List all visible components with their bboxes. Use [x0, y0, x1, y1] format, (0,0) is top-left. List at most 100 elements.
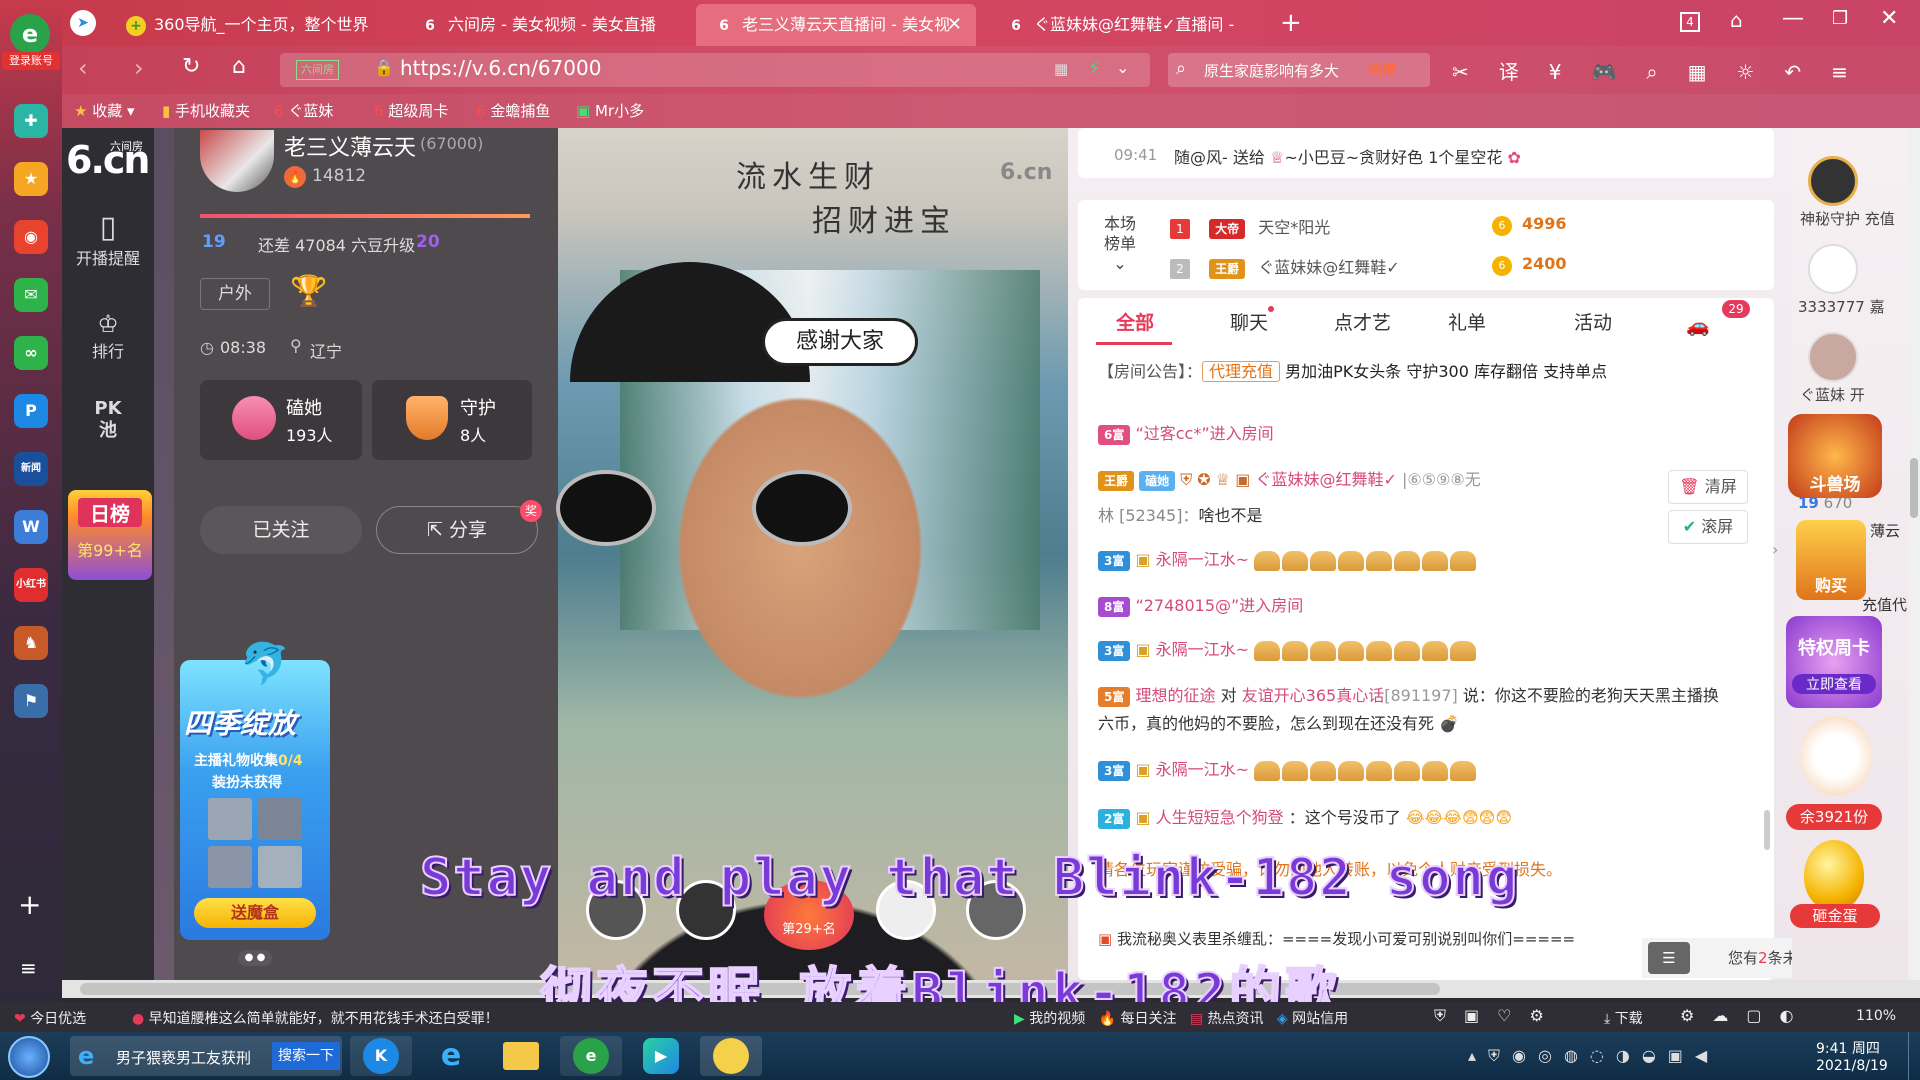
taskbar-ie[interactable]: e	[420, 1036, 482, 1076]
rank-row[interactable]: 1 大帝 天空*阳光 6 4996	[1170, 214, 1730, 242]
share-button[interactable]: ⇱ 分享	[376, 506, 538, 554]
tab-chat[interactable]: 聊天	[1230, 308, 1268, 335]
collapse-arrow-icon[interactable]: ›	[1772, 540, 1778, 559]
weibo-icon[interactable]: ◉	[14, 220, 48, 254]
carousel-dots[interactable]: ● ●	[238, 950, 272, 966]
start-button[interactable]	[8, 1036, 50, 1078]
follow-button[interactable]: 已关注	[200, 506, 362, 554]
promo-weekcard[interactable]: 特权周卡 立即查看	[1786, 616, 1882, 708]
url-text[interactable]: https://v.6.cn/67000	[400, 56, 601, 80]
rank-row[interactable]: 2 王爵 ぐ蓝妹妹@红舞鞋✓ 6 2400	[1170, 254, 1730, 282]
guard-avatar-2[interactable]	[1808, 244, 1858, 294]
clock-time[interactable]: 9:41 周四	[1816, 1038, 1880, 1058]
tray-icons[interactable]: ▴⛨◉◎◍◌◑◒▣◀	[1468, 1046, 1719, 1066]
taskbar-360[interactable]: e	[560, 1036, 622, 1076]
status-news[interactable]: ● 早知道腰椎这么简单就能好，就不用花钱手术还白受罪！	[132, 1008, 499, 1028]
bookmark-favorites[interactable]: ★ 收藏 ▾	[74, 94, 135, 128]
forward-icon[interactable]: ›	[134, 54, 144, 82]
bookmark-4[interactable]: ▣ Mr小多	[576, 94, 644, 128]
close-tab-icon[interactable]: ✕	[947, 4, 962, 46]
category-tag[interactable]: 户外	[200, 278, 270, 310]
unread-bar[interactable]: ☰ 您有2条未读消息	[1642, 938, 1843, 978]
tab-active-room[interactable]: 6 老三义薄云天直播间 - 美女视 ✕	[696, 4, 976, 46]
tab-activity[interactable]: 活动	[1574, 308, 1612, 335]
taskbar-app[interactable]	[700, 1036, 762, 1076]
nav-pk[interactable]: PK池	[62, 398, 154, 442]
refresh-icon[interactable]: ↻	[182, 54, 200, 79]
car-icon[interactable]: 🚗	[1686, 314, 1710, 337]
dropdown-icon[interactable]: ⌄	[1116, 58, 1129, 77]
golden-egg-icon[interactable]	[1804, 840, 1864, 910]
clear-button[interactable]: 🗑 清屏	[1668, 470, 1748, 504]
nav-rank[interactable]: ♔ 排行	[62, 310, 154, 362]
restore-icon[interactable]: ❐	[1832, 8, 1848, 29]
search-text[interactable]: 原生家庭影响有多大	[1204, 60, 1339, 81]
bookmark-mobile[interactable]: ▮ 手机收藏夹	[162, 94, 250, 128]
show-desktop[interactable]	[1908, 1032, 1920, 1080]
chat-scrollbar[interactable]	[1764, 810, 1770, 850]
close-window-icon[interactable]: ✕	[1880, 6, 1898, 31]
taskbar-explorer[interactable]	[490, 1036, 552, 1076]
status-tools[interactable]: ⛨▣♡⚙	[1434, 1006, 1562, 1026]
bookmark-3[interactable]: 6 金蟾捕鱼	[476, 94, 550, 128]
promo-arena[interactable]: 斗兽场	[1788, 414, 1882, 498]
guard-avatar-1[interactable]	[1808, 156, 1858, 206]
promo-card[interactable]: 🐬 四季绽放 主播礼物收集0/4 装扮未获得 送魔盒	[180, 641, 330, 940]
zoom-level[interactable]: 110%	[1856, 1008, 1896, 1024]
back-icon[interactable]: ‹	[78, 54, 88, 82]
toolbar-icons[interactable]: ✂译¥🎮⌕▦☼↶≡	[1452, 56, 1878, 85]
mail-icon[interactable]: ✉	[14, 278, 48, 312]
scroll-button[interactable]: ✔ 滚屏	[1668, 510, 1748, 544]
lucky-cat-icon[interactable]	[1800, 716, 1872, 796]
tab-count[interactable]: 4	[1680, 12, 1700, 32]
status-download[interactable]: ⤓ 下载	[1604, 1008, 1643, 1028]
clock-date[interactable]: 2021/8/19	[1816, 1058, 1888, 1074]
taskbar-task-ie[interactable]: e 男子猥亵男工友获刑 搜索一下	[70, 1036, 342, 1076]
tab-talent[interactable]: 点才艺	[1334, 308, 1391, 335]
promo-buy[interactable]: 购买	[1796, 520, 1866, 600]
link-icon[interactable]: ∞	[14, 336, 48, 370]
tab-360[interactable]: +360导航_一个主页，整个世界	[108, 4, 398, 46]
tab-6cn[interactable]: 6 六间房 - 美女视频 - 美女直播	[402, 4, 692, 46]
daily-rank-badge[interactable]: 日榜 第99+名	[68, 490, 152, 580]
site-logo[interactable]: 6.cn 六间房	[62, 132, 154, 188]
game-app-icon[interactable]: ♞	[14, 626, 48, 660]
guard-card[interactable]: 守护 8人	[372, 380, 532, 460]
bolt-icon[interactable]: ⚡	[1088, 58, 1101, 79]
taskbar-player[interactable]: ▶	[630, 1036, 692, 1076]
nav-reminder[interactable]: ▯ 开播提醒	[62, 210, 154, 269]
guard-avatar-3[interactable]	[1808, 332, 1858, 382]
bookmark-2[interactable]: 6 超级周卡	[374, 94, 448, 128]
browser-logo-icon[interactable]: e	[10, 14, 50, 54]
tab-blue-room[interactable]: 6 ぐ蓝妹妹@红舞鞋✓直播间 -	[988, 4, 1268, 46]
add-icon[interactable]: ✚	[14, 104, 48, 138]
sidebar-menu-icon[interactable]: ≡	[20, 956, 37, 980]
minimize-icon[interactable]: —	[1782, 6, 1804, 31]
bookmark-1[interactable]: 6 ぐ蓝妹	[274, 94, 333, 128]
page-scroll-thumb[interactable]	[1910, 458, 1918, 518]
rank-label[interactable]: 本场 榜单 ⌄	[1104, 214, 1136, 274]
p-app-icon[interactable]: P	[14, 394, 48, 428]
tab-all[interactable]: 全部	[1116, 308, 1154, 335]
telegram-icon[interactable]: ➤	[70, 10, 96, 36]
game2-app-icon[interactable]: ⚑	[14, 684, 48, 718]
doc-app-icon[interactable]: W	[14, 510, 48, 544]
news-app-icon[interactable]: 新闻	[14, 452, 48, 486]
qr-icon[interactable]: ▦	[1054, 60, 1068, 78]
tab-gifts[interactable]: 礼单	[1448, 308, 1486, 335]
status-today[interactable]: ❤ 今日优选	[14, 1008, 86, 1028]
status-tools2[interactable]: ⚙☁▢◐	[1680, 1006, 1811, 1025]
promo-button[interactable]: 送魔盒	[194, 898, 316, 928]
shirt-icon[interactable]: ⌂	[1730, 8, 1743, 32]
login-badge[interactable]: 登录账号	[2, 52, 60, 70]
search-hot: 热搜	[1368, 63, 1396, 79]
sidebar-add-icon[interactable]: +	[18, 888, 41, 921]
fans-card[interactable]: 磕她 193人	[200, 380, 362, 460]
redbook-icon[interactable]: 小红书	[14, 568, 48, 602]
page-scrollbar[interactable]	[1908, 128, 1920, 980]
promo-egg[interactable]: 砸金蛋	[1790, 904, 1880, 928]
taskbar-kugou[interactable]: K	[350, 1036, 412, 1076]
new-tab-icon[interactable]: +	[1280, 8, 1302, 38]
home-icon[interactable]: ⌂	[232, 54, 246, 79]
star-app-icon[interactable]: ★	[14, 162, 48, 196]
